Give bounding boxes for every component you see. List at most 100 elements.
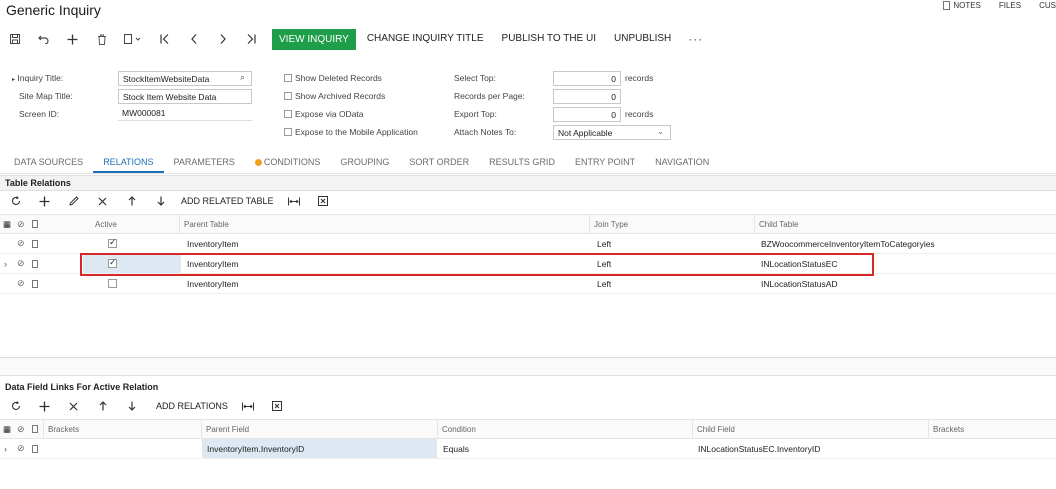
export-excel-icon[interactable]	[309, 192, 338, 210]
attachment-icon[interactable]: ⊘	[17, 274, 25, 293]
table-row-selected[interactable]: › ⊘ InventoryItem.InventoryID Equals INL…	[0, 439, 1056, 459]
select-top-field[interactable]: 0	[553, 71, 621, 86]
child-table-cell[interactable]: INLocationStatusAD	[761, 274, 838, 293]
files-link[interactable]: FILES	[999, 1, 1021, 10]
tab-entry-point[interactable]: ENTRY POINT	[565, 151, 645, 173]
tab-results-grid[interactable]: RESULTS GRID	[479, 151, 565, 173]
undo-icon[interactable]	[29, 28, 58, 50]
move-up-icon[interactable]	[117, 192, 146, 210]
join-type-cell[interactable]: Left	[597, 274, 611, 293]
col-join-type[interactable]: Join Type	[589, 215, 754, 233]
add-related-table-button[interactable]: ADD RELATED TABLE	[175, 196, 280, 206]
attach-notes-select[interactable]: Not Applicable ⌄	[553, 125, 671, 140]
delete-row-icon[interactable]	[88, 192, 117, 210]
child-table-cell[interactable]: BZWoocommerceInventoryItemToCategoryies	[761, 234, 935, 253]
show-archived-checkbox[interactable]: Show Archived Records	[284, 91, 385, 101]
fit-columns-icon[interactable]	[234, 397, 263, 415]
tab-conditions[interactable]: CONDITIONS	[245, 151, 331, 173]
active-checkbox[interactable]	[108, 274, 117, 293]
parent-table-cell[interactable]: InventoryItem	[187, 234, 239, 253]
customize-link[interactable]: CUS	[1039, 1, 1056, 10]
expose-mobile-checkbox[interactable]: Expose to the Mobile Application	[284, 127, 418, 137]
main-toolbar: VIEW INQUIRY CHANGE INQUIRY TITLE PUBLIS…	[0, 28, 711, 50]
export-excel-icon[interactable]	[263, 397, 292, 415]
add-icon[interactable]	[30, 192, 59, 210]
parent-field-cell[interactable]: InventoryItem.InventoryID	[202, 439, 437, 458]
publish-button[interactable]: PUBLISH TO THE UI	[493, 28, 605, 50]
attachment-icon[interactable]: ⊘	[17, 234, 25, 253]
col-active[interactable]: Active	[91, 215, 179, 233]
relations-grid-header: ▦ ⊘ Active Parent Table Join Type Child …	[0, 214, 1056, 234]
more-actions-icon[interactable]: ···	[680, 32, 711, 46]
inquiry-title-field[interactable]: StockItemWebsiteData	[118, 71, 252, 86]
tab-navigation[interactable]: NAVIGATION	[645, 151, 719, 173]
copy-paste-icon[interactable]	[116, 28, 150, 50]
notes-label: NOTES	[953, 1, 981, 10]
checkbox-icon	[284, 92, 292, 100]
view-inquiry-button[interactable]: VIEW INQUIRY	[272, 28, 356, 50]
attachment-icon[interactable]: ⊘	[17, 439, 25, 458]
note-icon[interactable]	[32, 274, 38, 293]
last-icon[interactable]	[237, 28, 266, 50]
note-header-icon	[32, 215, 38, 233]
select-top-label: Select Top:	[454, 73, 496, 83]
search-icon[interactable]: ⌕	[240, 72, 245, 83]
add-relations-button[interactable]: ADD RELATIONS	[146, 401, 234, 411]
chevron-down-icon: ⌄	[657, 127, 664, 136]
table-row[interactable]: ⊘ InventoryItem Left INLocationStatusAD	[0, 274, 1056, 294]
refresh-icon[interactable]	[1, 192, 30, 210]
active-checkbox[interactable]	[108, 234, 117, 253]
change-inquiry-title-button[interactable]: CHANGE INQUIRY TITLE	[358, 28, 493, 50]
edit-icon[interactable]	[59, 192, 88, 210]
expose-odata-checkbox[interactable]: Expose via OData	[284, 109, 364, 119]
tab-relations[interactable]: RELATIONS	[93, 151, 164, 173]
site-map-title-field[interactable]: Stock Item Website Data	[118, 89, 252, 104]
table-row[interactable]: ⊘ InventoryItem Left BZWoocommerceInvent…	[0, 234, 1056, 254]
col-brackets-close[interactable]: Brackets	[928, 420, 1056, 438]
delete-row-icon[interactable]	[59, 397, 88, 415]
tab-data-sources[interactable]: DATA SOURCES	[0, 151, 93, 173]
move-down-icon[interactable]	[146, 192, 175, 210]
col-condition[interactable]: Condition	[437, 420, 692, 438]
table-relations-header: Table Relations	[5, 178, 71, 188]
show-deleted-checkbox[interactable]: Show Deleted Records	[284, 73, 382, 83]
next-icon[interactable]	[208, 28, 237, 50]
fit-columns-icon[interactable]	[280, 192, 309, 210]
first-icon[interactable]	[150, 28, 179, 50]
tab-parameters[interactable]: PARAMETERS	[164, 151, 245, 173]
export-top-unit: records	[625, 109, 654, 119]
parent-table-cell[interactable]: InventoryItem	[187, 274, 239, 293]
note-icon[interactable]	[32, 254, 38, 273]
tab-grouping[interactable]: GROUPING	[330, 151, 399, 173]
records-per-page-field[interactable]: 0	[553, 89, 621, 104]
tab-sort-order[interactable]: SORT ORDER	[399, 151, 479, 173]
prev-icon[interactable]	[179, 28, 208, 50]
condition-cell[interactable]: Equals	[443, 439, 469, 458]
join-type-cell[interactable]: Left	[597, 234, 611, 253]
save-icon[interactable]	[0, 28, 29, 50]
move-down-icon[interactable]	[117, 397, 146, 415]
export-top-field[interactable]: 0	[553, 107, 621, 122]
col-child-field[interactable]: Child Field	[692, 420, 928, 438]
checkbox-icon	[284, 74, 292, 82]
tab-bar: DATA SOURCES RELATIONS PARAMETERS CONDIT…	[0, 152, 1056, 174]
field-links-grid-header: ▦ ⊘ Brackets Parent Field Condition Chil…	[0, 419, 1056, 439]
attachment-icon[interactable]: ⊘	[17, 254, 25, 273]
checkbox-icon	[284, 128, 292, 136]
col-parent-table[interactable]: Parent Table	[179, 215, 589, 233]
note-icon[interactable]	[32, 234, 38, 253]
col-brackets[interactable]: Brackets	[43, 420, 201, 438]
move-up-icon[interactable]	[88, 397, 117, 415]
note-icon[interactable]	[32, 439, 38, 458]
child-field-cell[interactable]: INLocationStatusEC.InventoryID	[698, 439, 820, 458]
col-parent-field[interactable]: Parent Field	[201, 420, 437, 438]
unpublish-button[interactable]: UNPUBLISH	[605, 28, 680, 50]
field-links-header: Data Field Links For Active Relation	[5, 382, 159, 392]
notes-link[interactable]: NOTES	[943, 1, 981, 10]
col-child-table[interactable]: Child Table	[754, 215, 1056, 233]
add-icon[interactable]	[58, 28, 87, 50]
delete-icon[interactable]	[87, 28, 116, 50]
add-icon[interactable]	[30, 397, 59, 415]
highlight-annotation	[80, 253, 874, 276]
refresh-icon[interactable]	[1, 397, 30, 415]
